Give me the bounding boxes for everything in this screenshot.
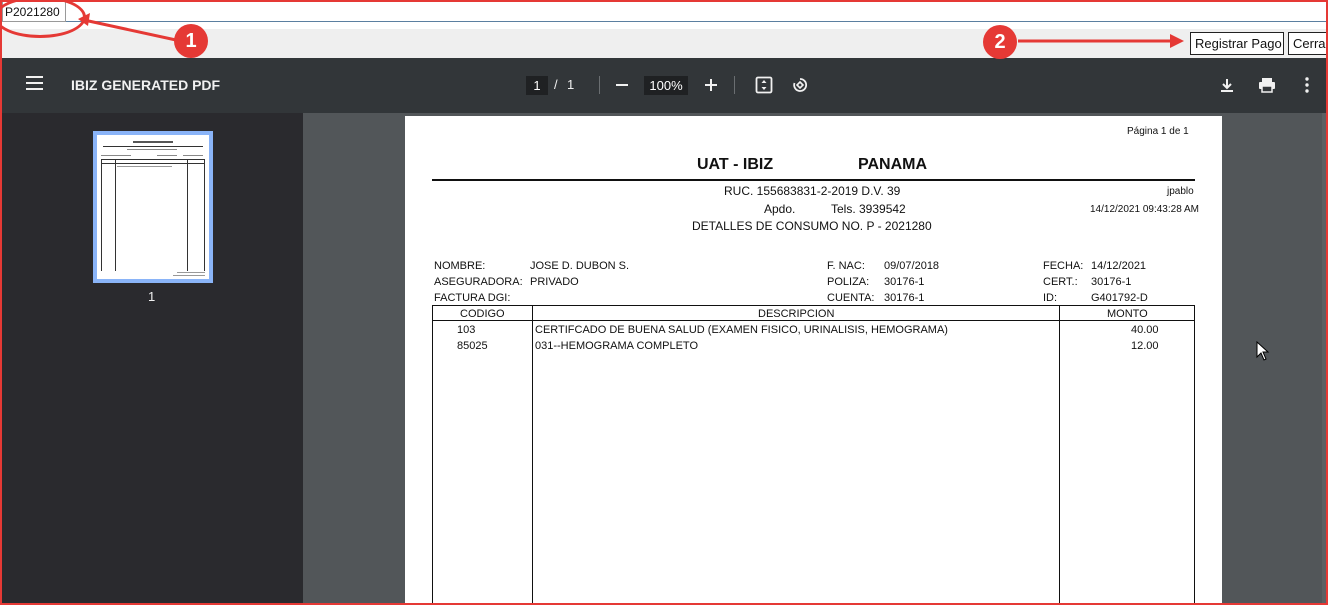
fnac-value: 09/07/2018: [884, 260, 940, 272]
fecha-label: FECHA:: [1043, 260, 1084, 272]
id-value: G401792-D: [1091, 292, 1148, 304]
print-icon[interactable]: [1254, 72, 1280, 98]
poliza-value: 30176-1: [884, 276, 925, 288]
toolbar-divider: [599, 76, 600, 94]
print-timestamp: 14/12/2021 09:43:28 AM: [1090, 204, 1199, 215]
zoom-level-input[interactable]: 100%: [644, 76, 688, 95]
rotate-icon[interactable]: [787, 72, 813, 98]
aseguradora-value: PRIVADO: [530, 276, 579, 288]
header-codigo: CODIGO: [460, 308, 505, 320]
user-name: jpablo: [1167, 186, 1194, 197]
menu-icon[interactable]: [26, 76, 46, 94]
header-descripcion: DESCRIPCION: [758, 308, 835, 320]
mouse-cursor-icon: [1256, 341, 1270, 361]
page-separator: /: [554, 77, 558, 92]
vertical-scrollbar[interactable]: [1322, 113, 1326, 603]
page-thumbnail[interactable]: [93, 131, 213, 283]
pdf-title: IBIZ GENERATED PDF: [71, 77, 221, 93]
nombre-value: JOSE D. DUBON S.: [530, 260, 630, 272]
screen: P2021280 Registrar Pago Cerrar IBIZ GENE…: [0, 0, 1328, 605]
id-label: ID:: [1043, 292, 1058, 304]
row-monto: 40.00: [1131, 324, 1159, 336]
nombre-label: NOMBRE:: [434, 260, 486, 272]
detail-title: DETALLES DE CONSUMO NO. P - 2021280: [692, 219, 932, 233]
zoom-in-icon[interactable]: [698, 72, 724, 98]
apdo-label: Apdo.: [764, 202, 796, 216]
annotation-badge-2: 2: [983, 25, 1017, 59]
top-input-bar: P2021280: [2, 2, 1326, 29]
ruc-line: RUC. 155683831-2-2019 D.V. 39: [724, 184, 901, 198]
cert-label: CERT.:: [1043, 276, 1078, 288]
header-rule: [432, 179, 1195, 181]
download-icon[interactable]: [1214, 72, 1240, 98]
annotation-arrow-2: [1018, 34, 1184, 48]
row-monto: 12.00: [1131, 340, 1159, 352]
page-total: 1: [567, 77, 575, 92]
annotation-arrow-1: [78, 13, 177, 42]
poliza-label: POLIZA:: [827, 276, 870, 288]
row-descripcion: 031--HEMOGRAMA COMPLETO: [535, 340, 698, 352]
registrar-pago-button[interactable]: Registrar Pago: [1190, 32, 1284, 55]
fecha-value: 14/12/2021: [1091, 260, 1147, 272]
table-col-divider: [532, 305, 533, 603]
pdf-page: Página 1 de 1 UAT - IBIZ PANAMA RUC. 155…: [405, 116, 1222, 603]
row-codigo: 103: [457, 324, 476, 336]
header-monto: MONTO: [1107, 308, 1148, 320]
thumbnail-sidebar: 1: [2, 113, 303, 603]
table-col-divider: [1059, 305, 1060, 603]
more-vert-icon[interactable]: [1294, 72, 1320, 98]
cerrar-button[interactable]: Cerrar: [1288, 32, 1326, 55]
aseguradora-label: ASEGURADORA:: [434, 276, 523, 288]
top-divider: [66, 21, 1326, 22]
pdf-toolbar: IBIZ GENERATED PDF 1 / 1 100%: [2, 58, 1326, 113]
row-codigo: 85025: [457, 340, 488, 352]
fit-page-icon[interactable]: [751, 72, 777, 98]
cuenta-label: CUENTA:: [827, 292, 875, 304]
cuenta-value: 30176-1: [884, 292, 925, 304]
factura-label: FACTURA DGI:: [434, 292, 511, 304]
tels-line: Tels. 3939542: [831, 202, 906, 216]
fnac-label: F. NAC:: [827, 260, 865, 272]
page-number-input[interactable]: 1: [526, 76, 548, 95]
country-name: PANAMA: [858, 156, 928, 173]
table-header-border: [432, 320, 1195, 321]
toolbar-divider: [734, 76, 735, 94]
annotation-badge-1: 1: [174, 24, 208, 58]
page-label: Página 1 de 1: [1127, 126, 1189, 137]
table-top-border: [432, 305, 1195, 306]
thumbnail-page-number: 1: [148, 289, 156, 304]
table-right-border: [1194, 305, 1195, 603]
table-left-border: [432, 305, 433, 603]
zoom-out-icon[interactable]: [609, 72, 635, 98]
row-descripcion: CERTIFCADO DE BUENA SALUD (EXAMEN FISICO…: [535, 324, 948, 336]
company-name: UAT - IBIZ: [697, 156, 774, 173]
cert-value: 30176-1: [1091, 276, 1132, 288]
